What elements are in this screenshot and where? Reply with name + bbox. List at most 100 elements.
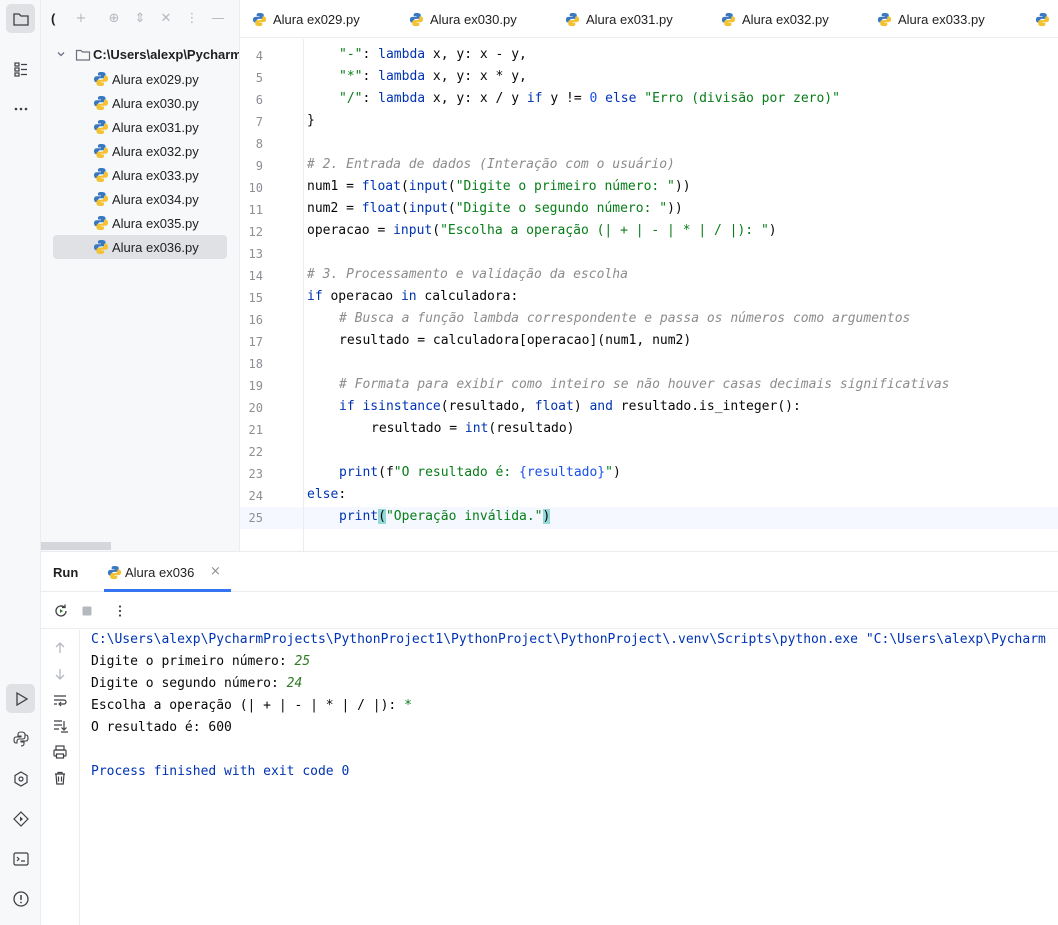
arrow-down-icon[interactable] bbox=[52, 666, 68, 682]
editor-tab[interactable]: Alura ex032.py bbox=[721, 0, 829, 37]
locate-icon[interactable]: ⊕ bbox=[106, 11, 122, 27]
python-file-icon bbox=[94, 168, 108, 182]
more-tools-button[interactable] bbox=[6, 94, 35, 123]
python-file-icon bbox=[94, 216, 108, 230]
project-file-item[interactable]: Alura ex034.py bbox=[53, 187, 227, 211]
project-file-item[interactable]: Alura ex030.py bbox=[53, 91, 227, 115]
project-file-item[interactable]: Alura ex033.py bbox=[53, 163, 227, 187]
run-tool-window: Run Alura ex036 × C:\Users\alexp\Pycharm… bbox=[41, 551, 1058, 925]
editor-tab[interactable]: Alura ex030.py bbox=[409, 0, 517, 37]
services-icon bbox=[13, 770, 28, 787]
collapse-icon[interactable]: ✕ bbox=[158, 11, 174, 27]
stop-icon[interactable] bbox=[79, 603, 95, 619]
run-config-icon bbox=[12, 810, 29, 827]
run-tab[interactable]: Alura ex036 × bbox=[104, 552, 231, 592]
python-file-icon bbox=[94, 192, 108, 206]
code-line-10: num1 = float(input("Digite o primeiro nú… bbox=[307, 179, 691, 194]
project-title-clipped: ( bbox=[51, 11, 56, 26]
problems-button[interactable] bbox=[6, 884, 35, 913]
code-line-11: num2 = float(input("Digite o segundo núm… bbox=[307, 201, 683, 216]
line-number: 22 bbox=[248, 445, 263, 459]
code-editor[interactable]: 4 5 6 7 8 9 10 11 12 13 14 15 16 17 18 19 20 21 22 23 24 25 "… bbox=[240, 39, 1058, 551]
run-tool-button[interactable] bbox=[6, 684, 35, 713]
python-file-icon bbox=[94, 72, 108, 86]
project-file-item[interactable]: Alura ex036.py bbox=[53, 235, 227, 259]
code-line-5: "*": lambda x, y: x * y, bbox=[339, 69, 527, 84]
project-file-label: Alura ex031.py bbox=[112, 120, 199, 135]
terminal-icon bbox=[12, 851, 29, 866]
project-file-item[interactable]: Alura ex031.py bbox=[53, 115, 227, 139]
code-line-7: } bbox=[307, 113, 315, 128]
project-toolbar: ( + ⊕ ⇕ ✕ ⋮ — bbox=[41, 0, 239, 38]
print-icon[interactable] bbox=[52, 744, 68, 760]
python-packages-icon bbox=[12, 730, 29, 747]
options-icon[interactable]: ⋮ bbox=[184, 11, 200, 27]
line-number: 12 bbox=[248, 225, 263, 239]
run-header: Run Alura ex036 × bbox=[41, 552, 1058, 592]
scroll-to-end-icon[interactable] bbox=[52, 718, 68, 734]
line-number: 24 bbox=[248, 489, 263, 503]
more-icon[interactable] bbox=[112, 603, 128, 619]
line-number: 18 bbox=[248, 357, 263, 371]
line-number: 8 bbox=[255, 137, 263, 151]
project-tool-button[interactable] bbox=[6, 4, 35, 33]
expand-icon[interactable]: ⇕ bbox=[132, 11, 148, 27]
console-line: Escolha a operação (| + | - | * | / |): … bbox=[91, 698, 412, 713]
trash-icon[interactable] bbox=[52, 770, 68, 786]
python-file-icon bbox=[409, 12, 424, 26]
console-output[interactable]: C:\Users\alexp\PycharmProjects\PythonPro… bbox=[91, 630, 1058, 925]
project-file-item[interactable]: Alura ex035.py bbox=[53, 211, 227, 235]
line-number: 10 bbox=[248, 181, 263, 195]
project-root[interactable]: C:\Users\alexp\Pycharm bbox=[41, 44, 239, 66]
run-icon bbox=[15, 691, 28, 706]
services-button[interactable] bbox=[6, 764, 35, 793]
code-line-20: if isinstance(resultado, float) and resu… bbox=[339, 399, 801, 414]
project-file-label: Alura ex036.py bbox=[112, 240, 199, 255]
structure-tool-button[interactable] bbox=[6, 54, 35, 83]
tool-window-strip bbox=[0, 0, 41, 925]
hide-icon[interactable]: — bbox=[210, 11, 226, 27]
line-number: 7 bbox=[255, 115, 263, 129]
run-title: Run bbox=[53, 565, 79, 580]
editor-tab-label: Alura ex033.py bbox=[898, 11, 985, 27]
python-file-icon bbox=[94, 144, 108, 158]
line-number: 21 bbox=[248, 423, 263, 437]
editor-tab[interactable]: Alura ex029.py bbox=[252, 0, 360, 37]
editor-tab-clipped[interactable] bbox=[1035, 0, 1056, 37]
close-icon[interactable]: × bbox=[210, 564, 221, 579]
soft-wrap-icon[interactable] bbox=[52, 692, 68, 708]
editor-tab[interactable]: Alura ex033.py bbox=[877, 0, 985, 37]
console-exit-line: Process finished with exit code 0 bbox=[91, 764, 350, 779]
code-line-17: resultado = calculadora[operacao](num1, … bbox=[339, 333, 692, 348]
line-number: 20 bbox=[248, 401, 263, 415]
terminal-button[interactable] bbox=[6, 844, 35, 873]
folder-icon bbox=[75, 49, 91, 61]
more-icon bbox=[14, 107, 27, 110]
line-number: 25 bbox=[248, 511, 263, 525]
horizontal-scrollbar[interactable] bbox=[41, 542, 111, 550]
console-line: Digite o segundo número: 24 bbox=[91, 676, 303, 691]
project-file-label: Alura ex035.py bbox=[112, 216, 199, 231]
console-line: Digite o primeiro número: 25 bbox=[91, 654, 311, 669]
run-configurations-button[interactable] bbox=[6, 804, 35, 833]
project-file-item[interactable]: Alura ex032.py bbox=[53, 139, 227, 163]
arrow-up-icon[interactable] bbox=[52, 640, 68, 656]
python-packages-button[interactable] bbox=[6, 724, 35, 753]
code-line-19: # Formata para exibir como inteiro se nã… bbox=[339, 377, 950, 392]
code-line-23: print(f"O resultado é: {resultado}") bbox=[339, 465, 621, 480]
line-number: 16 bbox=[248, 313, 263, 327]
run-toolbar bbox=[41, 593, 1058, 629]
line-number-gutter: 4 5 6 7 8 9 10 11 12 13 14 15 16 17 18 19 20 21 22 23 24 25 bbox=[240, 39, 304, 551]
editor-tab[interactable]: Alura ex031.py bbox=[565, 0, 673, 37]
new-file-icon[interactable]: + bbox=[73, 11, 89, 27]
run-tab-label: Alura ex036 bbox=[125, 565, 195, 580]
rerun-icon[interactable] bbox=[53, 603, 69, 619]
python-file-icon bbox=[1035, 12, 1050, 26]
project-file-item[interactable]: Alura ex029.py bbox=[53, 67, 227, 91]
code-line-4: "-": lambda x, y: x - y, bbox=[339, 47, 527, 62]
line-number: 5 bbox=[255, 71, 263, 85]
console-actions bbox=[41, 630, 80, 925]
line-number: 17 bbox=[248, 335, 263, 349]
console-result-line: O resultado é: 600 bbox=[91, 720, 232, 735]
python-file-icon bbox=[94, 240, 108, 254]
